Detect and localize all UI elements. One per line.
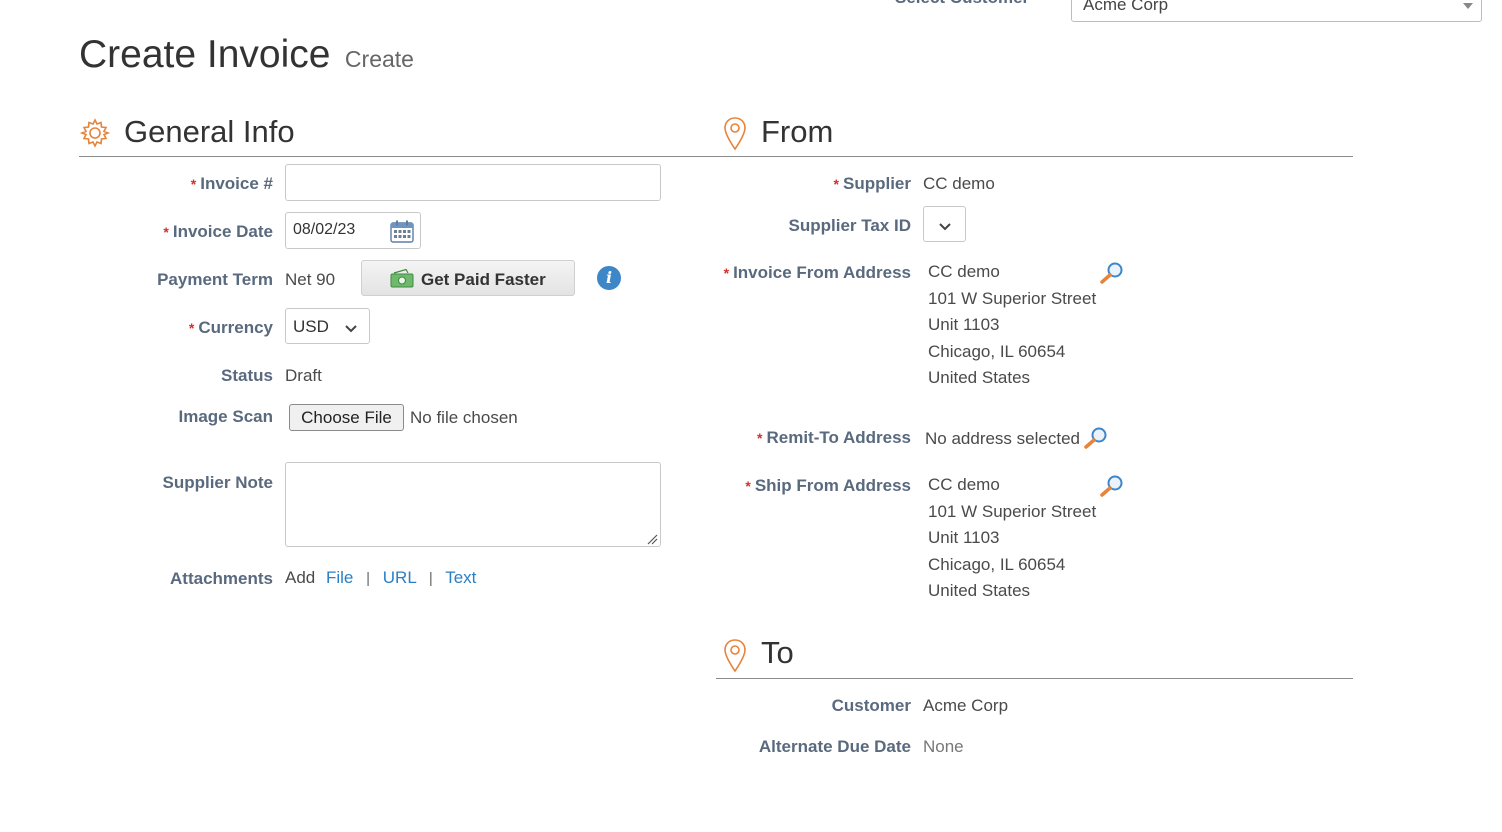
to-title: To: [761, 635, 794, 670]
remit-to-address-label: * Remit-To Address: [757, 428, 911, 448]
address-line: Chicago, IL 60654: [928, 341, 1066, 361]
cash-icon: [390, 268, 414, 289]
image-scan-label: Image Scan: [178, 407, 274, 426]
payment-term-value: Net 90: [285, 270, 336, 289]
ship-from-address: CC demo 101 W Superior Street Unit 1103 …: [928, 472, 1096, 605]
supplier-tax-id-label: Supplier Tax ID: [788, 216, 912, 235]
currency-value: USD: [293, 317, 329, 336]
address-line: United States: [928, 368, 1031, 387]
section-divider: [79, 156, 1353, 157]
attachments-links: Add File | URL | Text: [285, 568, 476, 588]
address-line: United States: [928, 581, 1031, 600]
ship-from-address-label: * Ship From Address: [745, 476, 911, 496]
get-paid-faster-label: Get Paid Faster: [421, 270, 546, 289]
ship-from-address-label-text: Ship From Address: [754, 476, 911, 495]
required-marker: *: [163, 224, 169, 240]
invoice-from-address-label: * Invoice From Address: [724, 263, 911, 283]
link-separator: |: [366, 570, 371, 587]
chevron-down-icon: [344, 321, 358, 333]
supplier-note-textarea[interactable]: [285, 462, 661, 547]
required-marker: *: [833, 176, 839, 192]
customer-label: Customer: [831, 696, 911, 715]
from-title: From: [761, 114, 834, 149]
status-label: Status: [221, 366, 273, 385]
resize-handle-icon[interactable]: [646, 532, 658, 545]
page-title: Create Invoice Create: [79, 33, 414, 77]
alternate-due-date-value: None: [923, 737, 964, 756]
address-line: 101 W Superior Street: [928, 288, 1097, 308]
payment-term-label: Payment Term: [157, 270, 273, 289]
no-file-chosen-text: No file chosen: [410, 408, 518, 427]
calendar-icon[interactable]: [390, 220, 414, 243]
remit-to-address-label-text: Remit-To Address: [766, 428, 911, 447]
get-paid-faster-button[interactable]: Get Paid Faster: [361, 260, 575, 296]
section-divider: [716, 678, 1353, 679]
supplier-label-text: Supplier: [842, 174, 911, 193]
info-icon[interactable]: i: [597, 266, 621, 290]
supplier-value: CC demo: [923, 174, 995, 193]
invoice-date-label: * Invoice Date: [163, 222, 273, 242]
add-file-link[interactable]: File: [326, 568, 353, 587]
caret-down-icon: [1463, 3, 1473, 9]
invoice-from-address: CC demo 101 W Superior Street Unit 1103 …: [928, 259, 1096, 392]
general-info-title: General Info: [124, 114, 295, 149]
currency-label: * Currency: [189, 318, 273, 338]
add-text-link[interactable]: Text: [445, 568, 476, 587]
link-separator: |: [428, 570, 433, 587]
search-icon[interactable]: [1083, 426, 1109, 450]
required-marker: *: [188, 320, 195, 336]
invoice-from-address-label-text: Invoice From Address: [733, 263, 911, 282]
currency-label-text: Currency: [198, 318, 273, 337]
add-url-link[interactable]: URL: [383, 568, 416, 587]
invoice-date-label-text: Invoice Date: [172, 222, 273, 241]
alternate-due-date-label: Alternate Due Date: [758, 737, 911, 756]
search-icon[interactable]: [1099, 261, 1125, 285]
search-icon[interactable]: [1099, 474, 1125, 498]
invoice-number-label: * Invoice #: [191, 174, 273, 194]
map-pin-icon: [723, 638, 747, 674]
required-marker: *: [757, 430, 763, 446]
address-line: Unit 1103: [928, 528, 1000, 547]
status-value: Draft: [285, 366, 322, 385]
select-customer-label: Select Customer: [895, 0, 1029, 8]
currency-select[interactable]: USD: [285, 308, 370, 344]
supplier-label: * Supplier: [834, 174, 911, 194]
required-marker: *: [190, 176, 197, 192]
address-line: 101 W Superior Street: [928, 501, 1097, 521]
required-marker: *: [723, 265, 730, 281]
address-line: CC demo: [928, 262, 1000, 281]
supplier-tax-id-select[interactable]: [923, 206, 966, 242]
customer-select-value: Acme Corp: [1083, 0, 1169, 14]
address-line: CC demo: [928, 475, 1000, 494]
map-pin-icon: [723, 116, 747, 152]
attachments-label: Attachments: [170, 569, 273, 588]
invoice-date-input[interactable]: 08/02/23: [285, 212, 421, 249]
invoice-number-label-text: Invoice #: [200, 174, 273, 193]
customer-select[interactable]: Acme Corp: [1071, 0, 1482, 22]
add-text: Add: [285, 568, 316, 587]
invoice-date-value: 08/02/23: [293, 221, 356, 238]
address-line: Chicago, IL 60654: [928, 554, 1066, 574]
remit-to-address-value: No address selected: [925, 429, 1080, 448]
required-marker: *: [745, 478, 751, 494]
customer-value: Acme Corp: [923, 696, 1009, 715]
chevron-down-icon: [938, 219, 952, 231]
choose-file-button[interactable]: Choose File: [289, 404, 404, 431]
page-subtitle: Create: [344, 46, 414, 72]
supplier-note-label: Supplier Note: [162, 473, 273, 492]
gear-icon: [79, 117, 111, 149]
address-line: Unit 1103: [928, 315, 1000, 334]
invoice-number-input[interactable]: [285, 164, 661, 201]
page-title-text: Create Invoice: [79, 33, 331, 76]
